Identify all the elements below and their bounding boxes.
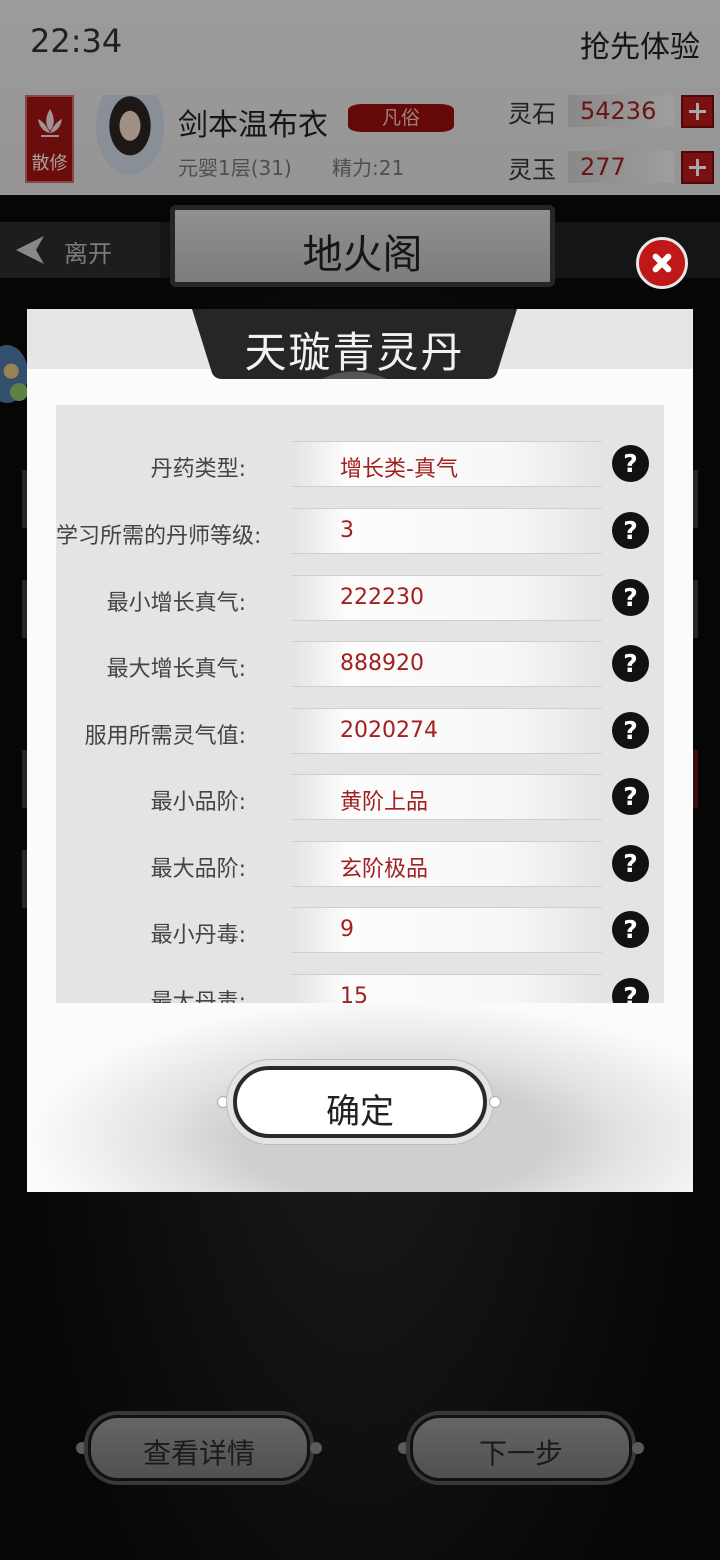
pill-info-dialog: 天璇青灵丹 丹药类型: 增长类-真气 ? 学习所需的丹师等级: 3 ? 最小增长… xyxy=(27,309,693,1192)
attribute-row: 最小品阶: 黄阶上品 ? xyxy=(56,768,664,834)
attribute-value: 玄阶极品 xyxy=(340,857,429,882)
help-icon[interactable]: ? xyxy=(612,845,649,882)
attribute-value-box xyxy=(292,575,602,621)
help-icon[interactable]: ? xyxy=(612,712,649,749)
attribute-value: 增长类-真气 xyxy=(340,457,458,482)
attribute-value: 15 xyxy=(340,984,368,1003)
attribute-label: 服用所需灵气值: xyxy=(84,724,246,749)
help-icon[interactable]: ? xyxy=(612,978,649,1003)
attribute-label: 最小品阶: xyxy=(150,790,246,815)
confirm-button[interactable]: 确定 xyxy=(233,1066,487,1138)
help-icon[interactable]: ? xyxy=(612,778,649,815)
pill-attributes-panel[interactable]: 丹药类型: 增长类-真气 ? 学习所需的丹师等级: 3 ? 最小增长真气: 22… xyxy=(56,405,664,1003)
attribute-row: 最大丹毒: 15 ? xyxy=(56,968,664,1003)
dialog-title: 天璇青灵丹 xyxy=(244,328,465,377)
attribute-row: 服用所需灵气值: 2020274 ? xyxy=(56,702,664,768)
attribute-row: 最小丹毒: 9 ? xyxy=(56,901,664,967)
attribute-label: 最大品阶: xyxy=(150,857,246,882)
button-ornament xyxy=(217,1096,229,1108)
help-icon[interactable]: ? xyxy=(612,512,649,549)
attribute-value: 888920 xyxy=(340,651,424,676)
attribute-value-box xyxy=(292,774,602,820)
attribute-value: 222230 xyxy=(340,585,424,610)
screen: 22:34 抢先体验 散修 剑本温布衣 凡俗 元婴1层(31) 精力:21 灵石… xyxy=(0,0,720,1560)
attribute-value: 2020274 xyxy=(340,718,438,743)
attribute-label: 最小丹毒: xyxy=(150,923,246,948)
attribute-value-box xyxy=(292,508,602,554)
attribute-label: 最大增长真气: xyxy=(106,657,246,682)
attribute-value-box xyxy=(292,641,602,687)
close-button[interactable] xyxy=(636,237,688,289)
attribute-label: 丹药类型: xyxy=(150,457,246,482)
attribute-row: 丹药类型: 增长类-真气 ? xyxy=(56,435,664,501)
help-icon[interactable]: ? xyxy=(612,645,649,682)
attribute-value-box xyxy=(292,841,602,887)
attribute-row: 最大增长真气: 888920 ? xyxy=(56,635,664,701)
help-icon[interactable]: ? xyxy=(612,445,649,482)
attribute-value-box xyxy=(292,907,602,953)
attribute-label: 最小增长真气: xyxy=(106,591,246,616)
attribute-row: 学习所需的丹师等级: 3 ? xyxy=(56,502,664,568)
help-icon[interactable]: ? xyxy=(612,579,649,616)
attribute-value-box xyxy=(292,974,602,1003)
confirm-label: 确定 xyxy=(326,1092,394,1132)
attribute-label: 最大丹毒: xyxy=(150,990,246,1003)
attribute-label: 学习所需的丹师等级: xyxy=(56,524,262,549)
attribute-value-box xyxy=(292,708,602,754)
attribute-value: 3 xyxy=(340,518,354,543)
attribute-row: 最大品阶: 玄阶极品 ? xyxy=(56,835,664,901)
attribute-value: 黄阶上品 xyxy=(340,790,429,815)
help-icon[interactable]: ? xyxy=(612,911,649,948)
attribute-value: 9 xyxy=(340,917,354,942)
button-ornament xyxy=(489,1096,501,1108)
attribute-row: 最小增长真气: 222230 ? xyxy=(56,569,664,635)
